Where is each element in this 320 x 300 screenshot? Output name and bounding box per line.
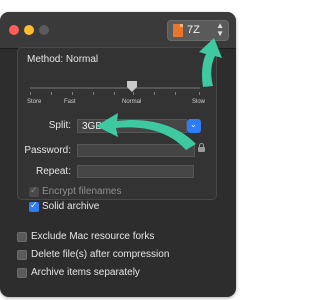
minimize-window-icon[interactable] [24, 25, 34, 35]
delete-after-compression-checkbox[interactable] [17, 250, 27, 260]
repeat-label: Repeat: [35, 166, 71, 177]
slider-tick [175, 92, 176, 95]
slider-label-slow: Slow [192, 99, 206, 105]
chevron-down-icon: ⌄ [190, 120, 197, 129]
slider-label-store: Store [27, 99, 42, 105]
slider-tick [93, 92, 94, 95]
split-dropdown-button[interactable]: ⌄ [187, 119, 201, 133]
lock-icon[interactable] [198, 143, 205, 152]
encrypt-filenames-checkbox [29, 185, 39, 197]
compression-slider-track[interactable] [30, 87, 200, 89]
slider-tick [72, 92, 73, 95]
format-select[interactable]: 7Z ▲ ▼ [167, 20, 229, 41]
close-window-icon[interactable] [9, 25, 19, 35]
slider-tick [154, 92, 155, 95]
method-label: Method: Normal [27, 54, 99, 65]
archive-separately-checkbox[interactable] [17, 268, 27, 278]
exclude-resource-forks-checkbox[interactable] [17, 232, 27, 242]
archive-separately-label[interactable]: Archive items separately [31, 267, 140, 278]
split-label: Split: [48, 120, 71, 131]
split-field[interactable]: 3GB [77, 119, 187, 133]
format-value: 7Z [187, 24, 200, 36]
solid-archive-label[interactable]: Solid archive [42, 201, 99, 212]
chevron-updown-icon: ▲ ▼ [216, 21, 224, 38]
archive-file-icon [173, 24, 183, 37]
solid-archive-checkbox[interactable] [29, 200, 39, 212]
slider-tick [114, 92, 115, 95]
password-label: Password: [24, 145, 71, 156]
title-bar: 7Z ▲ ▼ [0, 12, 236, 49]
slider-tick [51, 92, 52, 95]
slider-label-normal: Normal [122, 99, 142, 105]
slider-tick [199, 92, 200, 95]
slider-tick [133, 92, 134, 95]
exclude-resource-forks-label[interactable]: Exclude Mac resource forks [31, 231, 154, 242]
split-value: 3GB [82, 121, 103, 132]
repeat-field[interactable] [77, 165, 194, 178]
zoom-window-icon[interactable] [39, 25, 49, 35]
password-field[interactable] [77, 144, 195, 157]
encrypt-filenames-label: Encrypt filenames [42, 186, 122, 197]
slider-tick [30, 92, 31, 95]
delete-after-compression-label[interactable]: Delete file(s) after compression [31, 249, 169, 260]
slider-label-fast: Fast [64, 99, 76, 105]
